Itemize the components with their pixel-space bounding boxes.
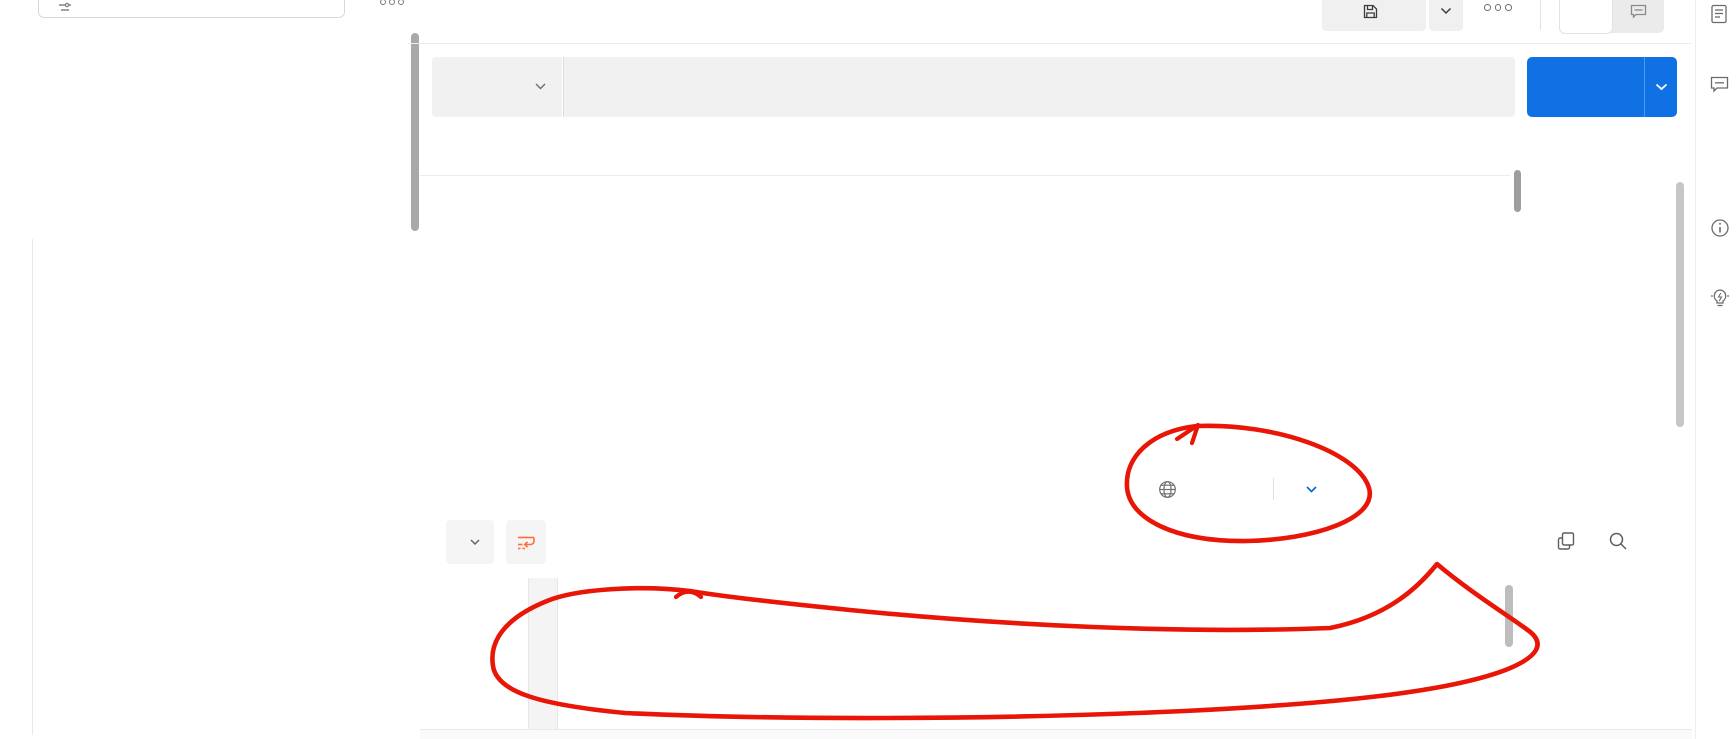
sidebar-search-input[interactable] — [38, 0, 345, 18]
method-select[interactable] — [432, 57, 562, 117]
code-scrollbar[interactable] — [1505, 585, 1513, 647]
globe-icon — [1158, 480, 1177, 499]
info-icon[interactable] — [1710, 218, 1730, 238]
headers-table — [420, 175, 1510, 176]
comment-button[interactable] — [1612, 0, 1664, 33]
copy-response-icon[interactable] — [1556, 531, 1576, 551]
send-button[interactable] — [1527, 57, 1677, 117]
chevron-down-icon — [535, 83, 546, 90]
search-response-icon[interactable] — [1608, 531, 1628, 551]
documentation-icon[interactable] — [1710, 4, 1728, 24]
breadcrumb — [445, 1, 473, 18]
response-view-toolbar — [432, 520, 546, 564]
url-input[interactable] — [563, 57, 1515, 117]
save-icon — [1363, 4, 1378, 19]
fold-gutter — [528, 578, 558, 729]
save-dropdown-button[interactable] — [1429, 0, 1463, 31]
wrap-text-button[interactable] — [506, 520, 546, 564]
response-meta — [1158, 470, 1317, 508]
language-select[interactable] — [446, 520, 494, 564]
sidebar — [0, 0, 408, 739]
edit-mode-button[interactable] — [1560, 0, 1612, 33]
annotation-status-arrowhead — [1177, 425, 1198, 443]
save-button[interactable] — [1322, 0, 1426, 31]
bottom-strip — [420, 729, 1692, 739]
divider — [1540, 0, 1541, 30]
sidebar-more-options-icon[interactable] — [380, 0, 404, 5]
response-body-editor[interactable] — [420, 578, 1502, 729]
request-more-options-icon[interactable] — [1484, 4, 1512, 11]
pane-scrollbar[interactable] — [1676, 182, 1684, 427]
edit-comment-toggle — [1560, 0, 1664, 33]
right-rail — [1695, 0, 1736, 739]
table-scrollbar[interactable] — [1514, 170, 1521, 212]
tree-indent-guide — [32, 239, 33, 735]
postman-app — [0, 0, 1736, 739]
sidebar-scrollbar[interactable] — [411, 33, 419, 231]
divider — [408, 43, 1692, 44]
filter-icon — [58, 2, 72, 14]
save-response-button[interactable] — [1298, 486, 1317, 493]
send-dropdown-button[interactable] — [1645, 83, 1677, 91]
lightbulb-bolt-icon[interactable] — [1710, 288, 1730, 310]
comments-icon[interactable] — [1710, 76, 1729, 93]
